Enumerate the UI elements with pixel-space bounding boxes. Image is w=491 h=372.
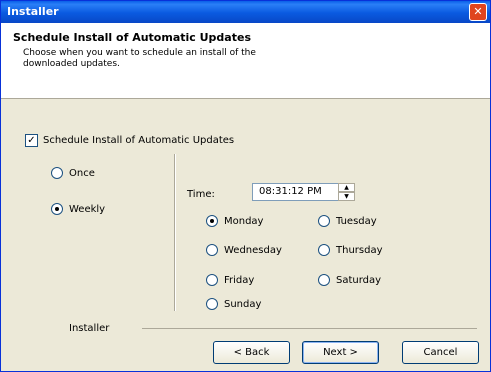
spin-down-icon[interactable]: ▼ [338,192,355,201]
saturday-radio[interactable]: Saturday [318,274,381,286]
thursday-label: Thursday [336,244,383,256]
once-radio[interactable]: Once [51,167,95,179]
friday-label: Friday [224,274,255,286]
title-bar: Installer ✕ [1,1,490,23]
schedule-install-label: Schedule Install of Automatic Updates [43,135,235,146]
wednesday-label: Wednesday [224,244,282,256]
window-title: Installer [7,5,59,18]
radio-icon[interactable] [318,274,330,286]
monday-radio[interactable]: Monday [206,215,263,227]
next-button[interactable]: Next > [302,341,379,364]
radio-icon[interactable] [51,167,63,179]
wednesday-radio[interactable]: Wednesday [206,244,282,256]
time-value: 08:31:12 PM [259,186,322,197]
cancel-button[interactable]: Cancel [402,341,479,364]
radio-icon[interactable] [318,244,330,256]
radio-icon[interactable] [206,244,218,256]
header-panel: Schedule Install of Automatic Updates Ch… [1,23,490,99]
radio-icon[interactable] [318,215,330,227]
spin-up-icon[interactable]: ▲ [338,183,355,192]
schedule-install-checkbox[interactable]: ✓ Schedule Install of Automatic Updates [25,134,234,147]
page-description: Choose when you want to schedule an inst… [23,48,256,69]
weekly-label: Weekly [69,203,106,215]
time-field[interactable]: 08:31:12 PM [252,183,340,201]
vertical-divider [174,154,176,311]
page-title: Schedule Install of Automatic Updates [13,31,251,44]
tuesday-label: Tuesday [336,215,377,227]
close-icon[interactable]: ✕ [469,3,487,21]
saturday-label: Saturday [336,274,382,286]
footer-divider [142,328,477,329]
radio-icon[interactable] [206,298,218,310]
weekly-radio[interactable]: Weekly [51,203,105,215]
main-content: ✓ Schedule Install of Automatic Updates … [1,99,490,371]
once-label: Once [69,167,95,179]
radio-icon[interactable] [206,274,218,286]
time-spinner[interactable]: ▲ ▼ [338,183,355,201]
time-label: Time: [187,189,215,200]
footer-brand-label: Installer [69,323,110,334]
radio-selected-icon[interactable] [206,215,218,227]
monday-label: Monday [224,215,264,227]
radio-selected-icon[interactable] [51,203,63,215]
checkbox-checked-icon[interactable]: ✓ [25,134,38,147]
friday-radio[interactable]: Friday [206,274,254,286]
thursday-radio[interactable]: Thursday [318,244,383,256]
tuesday-radio[interactable]: Tuesday [318,215,377,227]
back-button[interactable]: < Back [213,341,290,364]
installer-window: Installer ✕ Schedule Install of Automati… [0,0,491,372]
sunday-label: Sunday [224,298,262,310]
sunday-radio[interactable]: Sunday [206,298,261,310]
